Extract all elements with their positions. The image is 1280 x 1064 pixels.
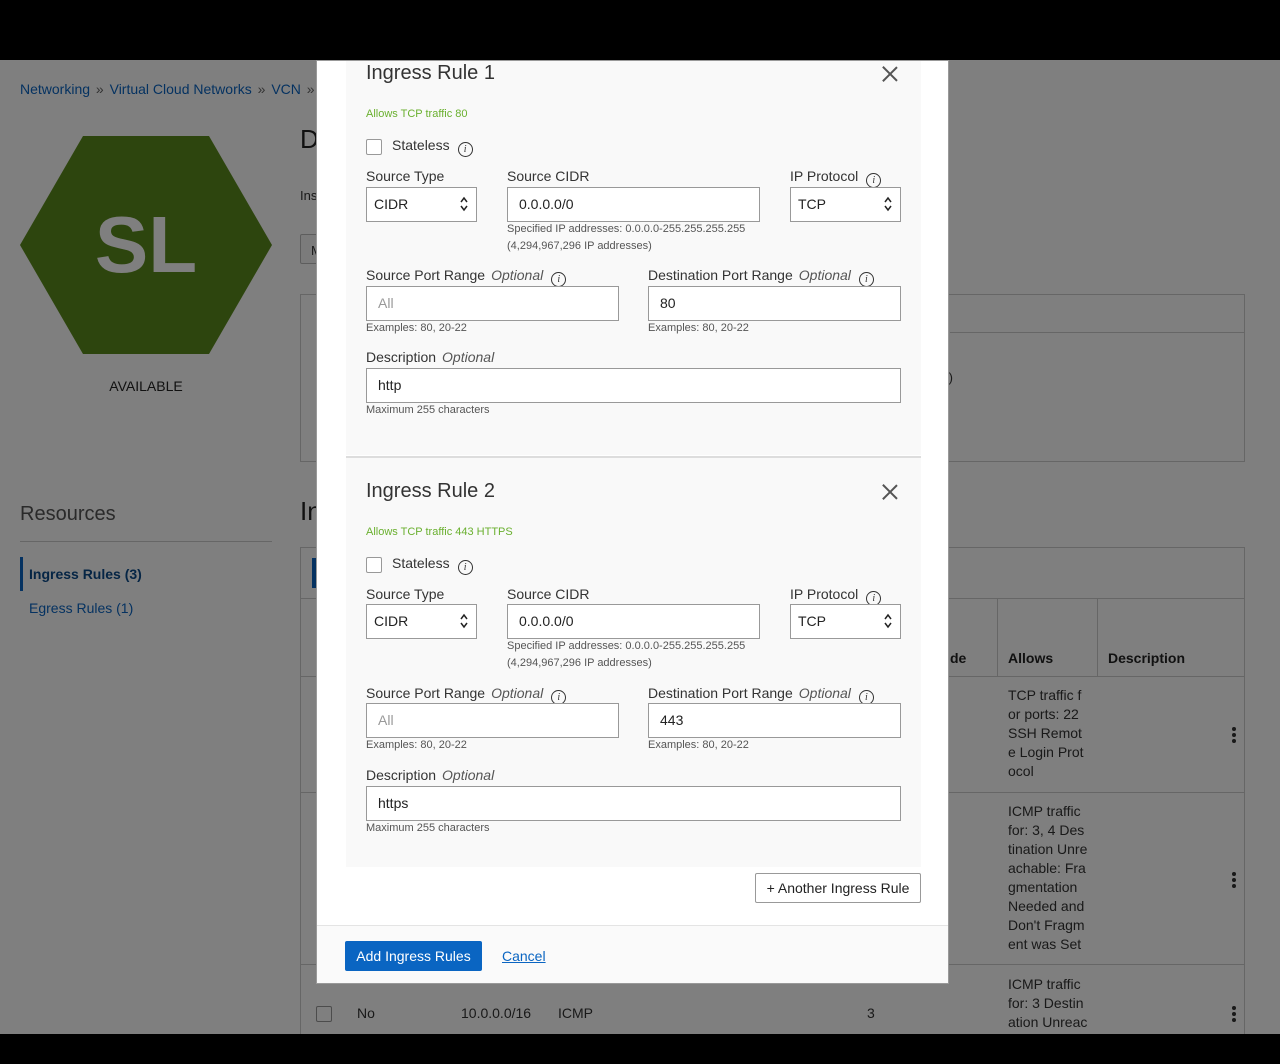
source-cidr-help-range: Specified IP addresses: 0.0.0.0-255.255.… (507, 223, 746, 235)
destination-port-range-help: Examples: 80, 20-22 (648, 322, 749, 334)
source-type-select[interactable]: CIDR (366, 187, 477, 222)
description-help: Maximum 255 characters (366, 822, 490, 834)
source-port-range-label: Source Port Range Optional i (366, 267, 567, 287)
add-ingress-rules-button[interactable]: Add Ingress Rules (345, 941, 482, 971)
stateless-label-text: Stateless (392, 555, 450, 571)
source-port-range-help: Examples: 80, 20-22 (366, 322, 467, 334)
top-bar (0, 0, 1280, 60)
source-type-value: CIDR (374, 196, 409, 212)
description-help: Maximum 255 characters (366, 404, 490, 416)
destination-port-range-label: Destination Port Range Optional i (648, 685, 874, 705)
optional-tag: Optional (798, 267, 851, 283)
ip-protocol-label-text: IP Protocol (790, 168, 859, 184)
destination-port-range-input[interactable]: 80 (648, 286, 901, 321)
remove-rule-close-icon[interactable] (882, 66, 898, 82)
ip-protocol-select[interactable]: TCP (790, 187, 901, 222)
source-cidr-input[interactable]: 0.0.0.0/0 (507, 187, 760, 222)
source-port-range-help: Examples: 80, 20-22 (366, 739, 467, 751)
bottom-bar (0, 1034, 1280, 1064)
select-chevron-icon (460, 613, 468, 629)
destination-port-range-label-text: Destination Port Range (648, 685, 793, 701)
source-type-label: Source Type (366, 168, 445, 184)
rule-allows-summary: Allows TCP traffic 443 HTTPS (366, 526, 513, 538)
ingress-rule-title: Ingress Rule 1 (366, 62, 495, 84)
source-type-value: CIDR (374, 613, 409, 629)
description-label-text: Description (366, 767, 437, 783)
description-input[interactable]: http (366, 368, 901, 403)
ip-protocol-label: IP Protocol i (790, 168, 882, 188)
source-port-range-label-text: Source Port Range (366, 685, 486, 701)
source-port-range-label-text: Source Port Range (366, 267, 486, 283)
source-cidr-input[interactable]: 0.0.0.0/0 (507, 604, 760, 639)
source-type-select[interactable]: CIDR (366, 604, 477, 639)
optional-tag: Optional (491, 685, 544, 701)
description-label-text: Description (366, 349, 437, 365)
stateless-label-text: Stateless (392, 137, 450, 153)
optional-tag: Optional (798, 685, 851, 701)
source-port-range-label: Source Port Range Optional i (366, 685, 567, 705)
source-port-range-input[interactable]: All (366, 703, 619, 738)
destination-port-range-help: Examples: 80, 20-22 (648, 739, 749, 751)
optional-tag: Optional (491, 267, 544, 283)
source-cidr-help: Specified IP addresses: 0.0.0.0-255.255.… (507, 638, 745, 672)
dialog-footer: Add Ingress Rules Cancel (317, 925, 948, 983)
source-port-range-placeholder: All (378, 712, 394, 728)
add-ingress-rules-dialog: Ingress Rule 1 Allows TCP traffic 80 Sta… (316, 60, 949, 984)
source-cidr-label: Source CIDR (507, 586, 590, 602)
source-port-range-input[interactable]: All (366, 286, 619, 321)
info-icon[interactable]: i (858, 272, 874, 287)
ip-protocol-label-text: IP Protocol (790, 586, 859, 602)
add-another-ingress-rule-button[interactable]: + Another Ingress Rule (755, 873, 921, 903)
destination-port-range-label: Destination Port Range Optional i (648, 267, 874, 287)
stateless-checkbox[interactable] (366, 557, 382, 573)
ingress-rule-2-panel: Ingress Rule 2 Allows TCP traffic 443 HT… (346, 458, 921, 867)
description-label: Description Optional (366, 349, 494, 365)
info-icon[interactable]: i (457, 142, 473, 157)
source-cidr-label: Source CIDR (507, 168, 590, 184)
remove-rule-close-icon[interactable] (882, 484, 898, 500)
destination-port-range-label-text: Destination Port Range (648, 267, 793, 283)
source-cidr-help: Specified IP addresses: 0.0.0.0-255.255.… (507, 221, 745, 255)
ingress-rule-title: Ingress Rule 2 (366, 480, 495, 502)
source-cidr-help-count: (4,294,967,296 IP addresses) (507, 657, 652, 669)
description-label: Description Optional (366, 767, 494, 783)
cancel-link[interactable]: Cancel (502, 948, 546, 964)
info-icon[interactable]: i (457, 560, 473, 575)
select-chevron-icon (884, 196, 892, 212)
info-icon[interactable]: i (551, 272, 567, 287)
source-cidr-help-range: Specified IP addresses: 0.0.0.0-255.255.… (507, 640, 746, 652)
ip-protocol-select[interactable]: TCP (790, 604, 901, 639)
source-port-range-placeholder: All (378, 295, 394, 311)
rule-allows-summary: Allows TCP traffic 80 (366, 108, 468, 120)
stateless-label: Stateless i (392, 137, 473, 157)
select-chevron-icon (460, 196, 468, 212)
source-cidr-help-count: (4,294,967,296 IP addresses) (507, 240, 652, 252)
optional-tag: Optional (442, 767, 495, 783)
optional-tag: Optional (442, 349, 495, 365)
ingress-rule-1-panel: Ingress Rule 1 Allows TCP traffic 80 Sta… (346, 61, 921, 455)
ip-protocol-label: IP Protocol i (790, 586, 882, 606)
stateless-checkbox[interactable] (366, 139, 382, 155)
source-type-label: Source Type (366, 586, 445, 602)
info-icon[interactable]: i (866, 173, 882, 188)
select-chevron-icon (884, 613, 892, 629)
ip-protocol-value: TCP (798, 196, 826, 212)
destination-port-range-input[interactable]: 443 (648, 703, 901, 738)
ip-protocol-value: TCP (798, 613, 826, 629)
stateless-label: Stateless i (392, 555, 473, 575)
description-input[interactable]: https (366, 786, 901, 821)
